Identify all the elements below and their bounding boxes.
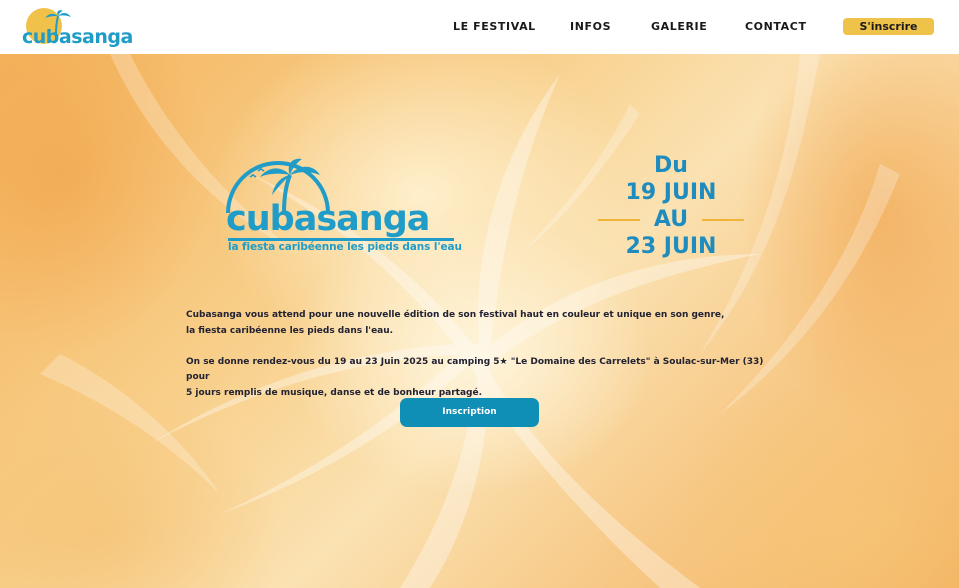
hero-section: cubasanga la fiesta caribéenne les pieds…	[0, 54, 959, 588]
festival-dates: Du 19 JUIN AU 23 JUIN	[598, 152, 744, 260]
header-logo[interactable]: cubasanga	[22, 6, 133, 48]
dash-left	[598, 219, 640, 221]
nav-infos[interactable]: INFOS	[570, 20, 611, 33]
dates-du: Du	[654, 153, 688, 178]
hero-logo: cubasanga la fiesta caribéenne les pieds…	[226, 155, 462, 255]
description-paragraph-1: Cubasanga vous attend pour une nouvelle …	[186, 310, 725, 336]
inscription-button[interactable]: Inscription	[400, 398, 539, 427]
signup-button[interactable]: S'inscrire	[843, 18, 934, 35]
nav-galerie[interactable]: GALERIE	[651, 20, 707, 33]
hero-tagline: la fiesta caribéenne les pieds dans l'ea…	[228, 241, 462, 253]
festival-description: Cubasanga vous attend pour une nouvelle …	[186, 308, 786, 401]
description-paragraph-2: On se donne rendez-vous du 19 au 23 Juin…	[186, 356, 764, 398]
nav-contact[interactable]: CONTACT	[745, 20, 807, 33]
logo-wordmark: cubasanga	[22, 26, 133, 48]
dates-au-row: AU	[598, 206, 744, 233]
site-header: cubasanga LE FESTIVAL INFOS GALERIE CONT…	[0, 0, 959, 54]
hero-logo-wordmark: cubasanga	[226, 199, 430, 239]
dates-start: 19 JUIN	[625, 180, 717, 205]
dates-end: 23 JUIN	[625, 234, 717, 259]
nav-le-festival[interactable]: LE FESTIVAL	[453, 20, 536, 33]
dash-right	[702, 219, 744, 221]
